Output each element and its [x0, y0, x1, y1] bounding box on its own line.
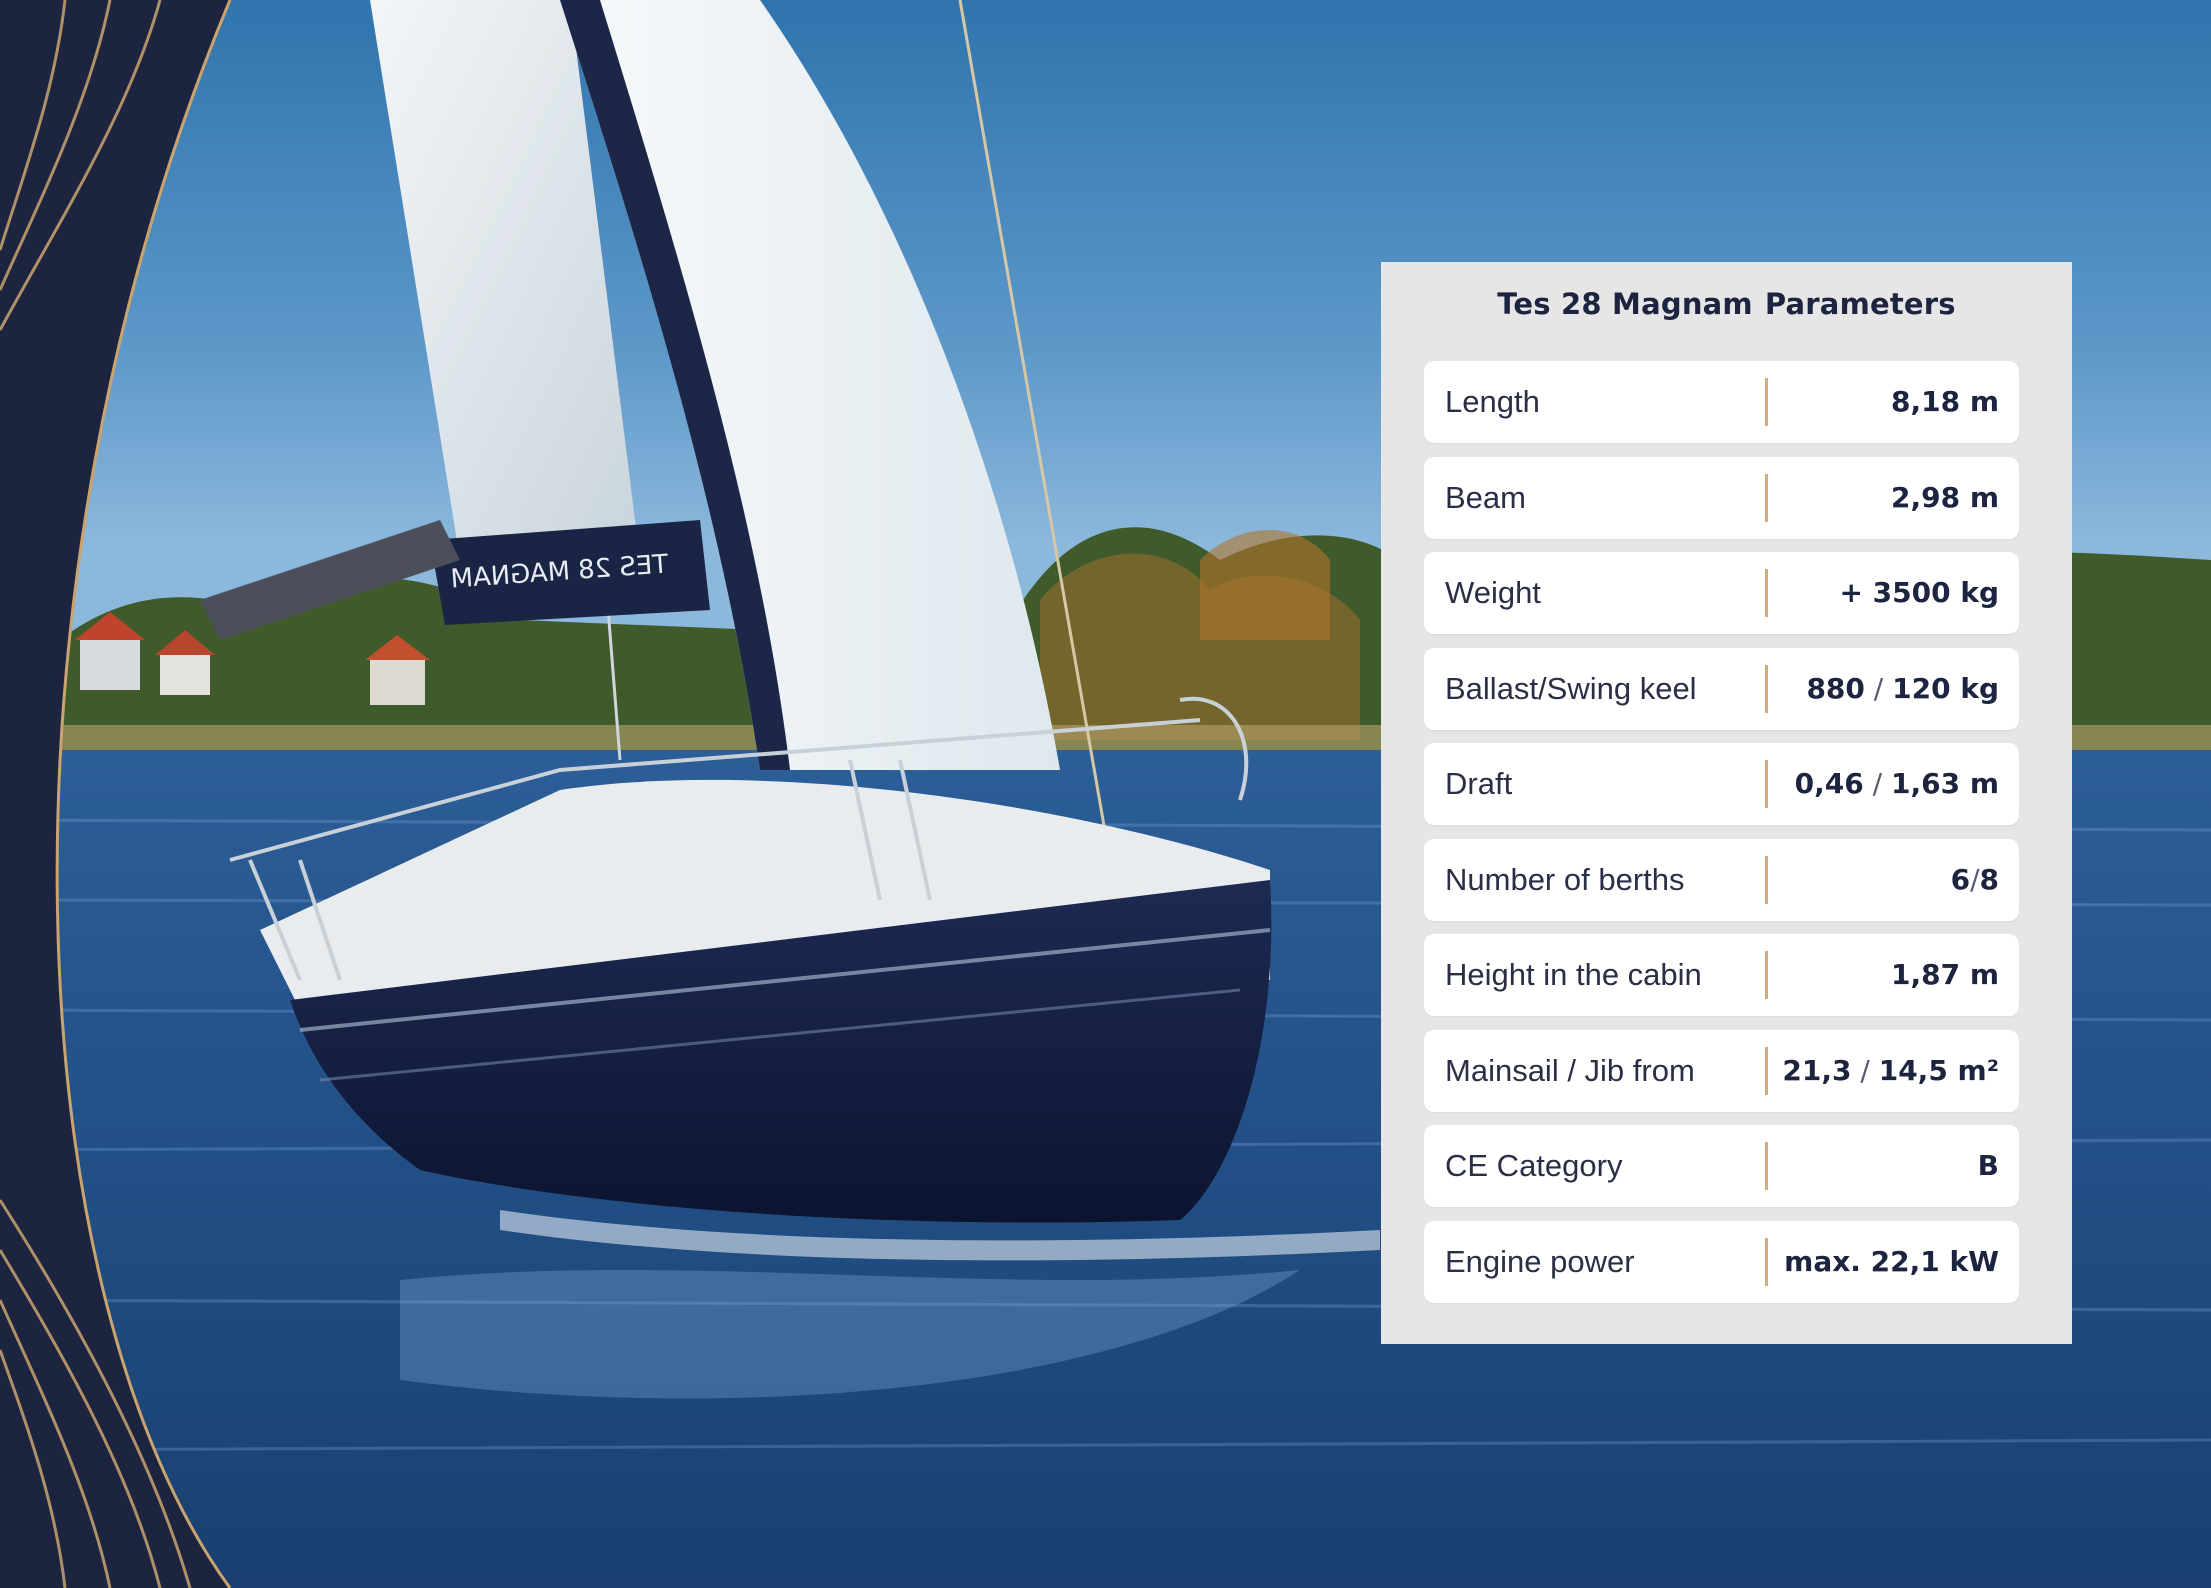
panel-title-heading: Parameters — [1764, 287, 1956, 321]
param-separator — [1765, 1046, 1768, 1095]
param-row-berths: Number of berths 6/8 — [1424, 838, 2019, 921]
param-label: Number of berths — [1445, 861, 1685, 897]
param-value: B — [1977, 1149, 1999, 1182]
param-row-weight: Weight + 3500 kg — [1424, 552, 2019, 634]
param-label: CE Category — [1445, 1148, 1623, 1183]
param-label: Length — [1445, 384, 1540, 419]
param-label: Draft — [1445, 766, 1513, 801]
param-label: Height in the cabin — [1445, 957, 1702, 992]
param-value: max. 22,1 kW — [1784, 1244, 1999, 1278]
panel-title: Tes 28 Magnam Parameters — [1381, 287, 2072, 321]
brochure-page: TES 28 MAGNAM Tes 28 Magnam Parameters L… — [0, 0, 2211, 1588]
param-label: Engine power — [1445, 1243, 1635, 1279]
param-value: + 3500 kg — [1839, 576, 1999, 609]
value-slash: / — [1851, 1053, 1879, 1087]
param-row-length: Length 8,18 m — [1424, 361, 2019, 443]
param-row-beam: Beam 2,98 m — [1424, 456, 2019, 539]
param-value-b: 14,5 m² — [1878, 1053, 1999, 1087]
param-value: 1,87 m — [1890, 958, 1999, 991]
param-value-a: 0,46 — [1794, 767, 1864, 800]
decorative-left-band — [0, 0, 232, 1588]
param-row-sail-area: Mainsail / Jib from 21,3 / 14,5 m² — [1424, 1029, 2019, 1112]
panel-title-model: Tes 28 Magnam — [1497, 287, 1753, 321]
value-slash: / — [1863, 767, 1891, 800]
parameters-panel: Tes 28 Magnam Parameters Length 8,18 m Be… — [1381, 262, 2072, 1344]
param-value: 8,18 m — [1890, 385, 1999, 418]
param-label: Weight — [1445, 575, 1541, 610]
param-separator — [1765, 473, 1768, 522]
param-row-cabin-height: Height in the cabin 1,87 m — [1424, 934, 2019, 1016]
param-value: 880 / 120 kg — [1806, 648, 1999, 730]
value-slash: / — [1864, 671, 1893, 705]
param-value-b: 8 — [1979, 862, 1999, 896]
param-separator — [1765, 378, 1768, 426]
param-row-draft: Draft 0,46 / 1,63 m — [1424, 743, 2019, 825]
param-value: 6/8 — [1951, 839, 1999, 921]
param-value: 0,46 / 1,63 m — [1795, 743, 1999, 825]
param-separator — [1765, 664, 1768, 713]
param-label: Mainsail / Jib from — [1445, 1052, 1695, 1088]
param-separator — [1765, 760, 1768, 808]
param-value-a: 21,3 — [1782, 1053, 1852, 1087]
param-row-ballast: Ballast/Swing keel 880 / 120 kg — [1424, 647, 2019, 730]
param-separator — [1765, 951, 1768, 999]
param-separator — [1765, 1142, 1768, 1190]
param-label: Beam — [1445, 479, 1526, 515]
parameters-list: Length 8,18 m Beam 2,98 m Weight + 3500 … — [1424, 361, 2019, 1316]
param-value-a: 6 — [1950, 862, 1971, 896]
value-slash: / — [1970, 862, 1980, 896]
param-value: 21,3 / 14,5 m² — [1782, 1030, 1999, 1112]
param-label: Ballast/Swing keel — [1445, 670, 1697, 706]
param-separator — [1765, 1237, 1768, 1286]
param-separator — [1765, 569, 1768, 617]
param-row-engine-power: Engine power max. 22,1 kW — [1424, 1220, 2019, 1303]
param-value: 2,98 m — [1890, 480, 1999, 514]
param-value-b: 1,63 m — [1890, 767, 1999, 800]
param-separator — [1765, 855, 1768, 904]
param-value-b: 120 kg — [1892, 671, 1999, 705]
param-row-ce-category: CE Category B — [1424, 1125, 2019, 1207]
param-value-a: 880 — [1806, 671, 1865, 705]
